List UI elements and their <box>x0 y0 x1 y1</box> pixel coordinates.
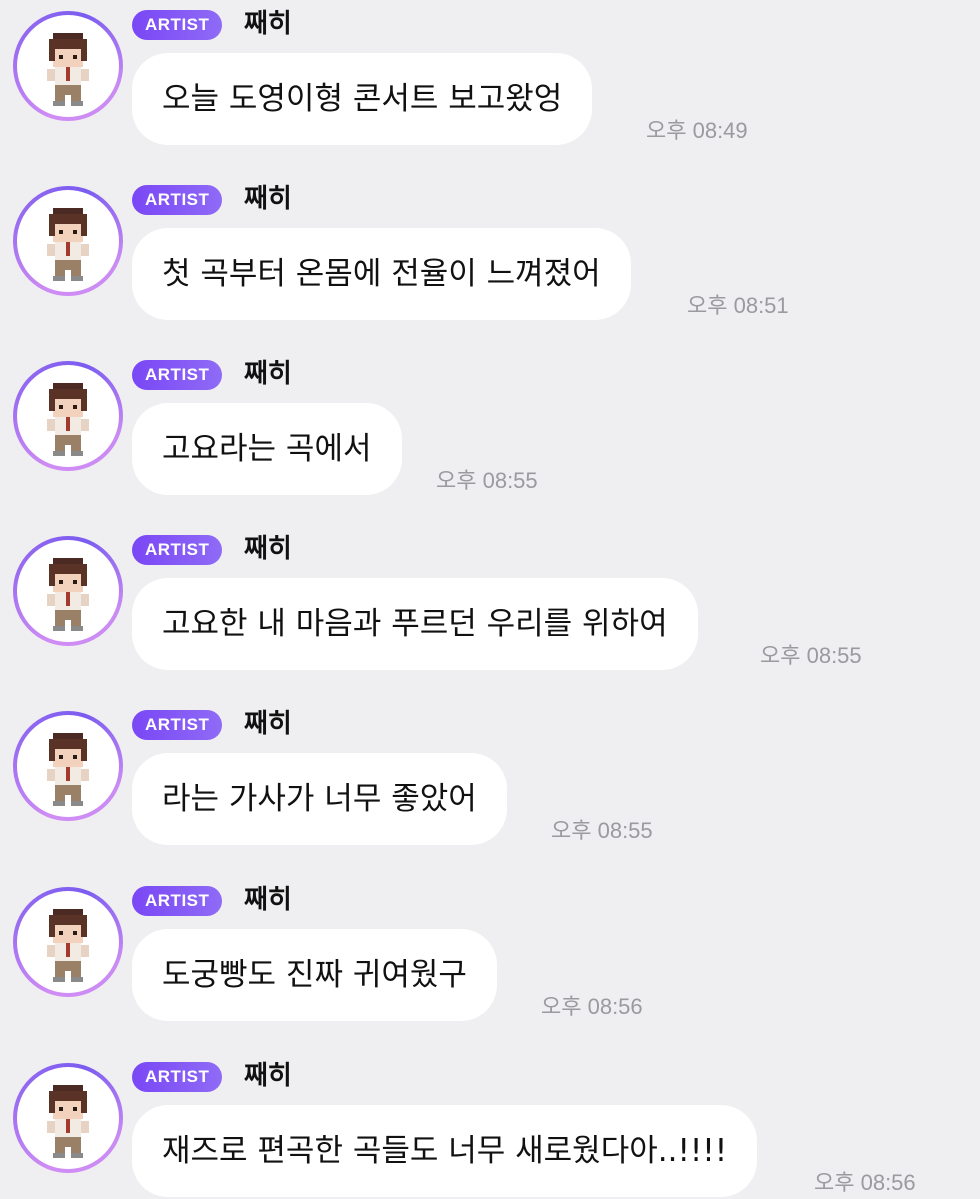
message-bubble[interactable]: 첫 곡부터 온몸에 전율이 느껴졌어 <box>132 228 631 320</box>
sender-name: 째히 <box>244 1061 292 1091</box>
sender-name: 째히 <box>244 184 292 214</box>
artist-badge: ARTIST <box>132 710 223 740</box>
avatar[interactable] <box>13 1063 123 1173</box>
message-bubble[interactable]: 고요라는 곡에서 <box>132 403 402 495</box>
avatar[interactable] <box>13 361 123 471</box>
pixel-character-icon <box>17 365 119 467</box>
message-timestamp: 오후 08:55 <box>551 818 653 843</box>
message-timestamp: 오후 08:56 <box>541 994 643 1019</box>
artist-badge: ARTIST <box>132 185 223 215</box>
message-bubble[interactable]: 라는 가사가 너무 좋았어 <box>132 753 507 845</box>
message-timestamp: 오후 08:56 <box>814 1170 916 1195</box>
message-item: ARTIST 째히 도궁빵도 진짜 귀여웠구 오후 08:56 <box>0 876 980 1051</box>
message-timestamp: 오후 08:49 <box>646 118 748 143</box>
pixel-character-icon <box>17 15 119 117</box>
message-item: ARTIST 째히 재즈로 편곡한 곡들도 너무 새로웠다아..!!!! 오후 … <box>0 1052 980 1199</box>
sender-name: 째히 <box>244 885 292 915</box>
message-item: ARTIST 째히 라는 가사가 너무 좋았어 오후 08:55 <box>0 700 980 875</box>
message-timestamp: 오후 08:51 <box>687 293 789 318</box>
artist-badge: ARTIST <box>132 886 223 916</box>
artist-badge: ARTIST <box>132 1062 223 1092</box>
message-bubble[interactable]: 도궁빵도 진짜 귀여웠구 <box>132 929 497 1021</box>
pixel-character-icon <box>17 891 119 993</box>
message-timestamp: 오후 08:55 <box>760 643 862 668</box>
avatar[interactable] <box>13 11 123 121</box>
pixel-character-icon <box>17 715 119 817</box>
message-item: ARTIST 째히 고요라는 곡에서 오후 08:55 <box>0 350 980 525</box>
message-bubble[interactable]: 재즈로 편곡한 곡들도 너무 새로웠다아..!!!! <box>132 1105 758 1197</box>
artist-badge: ARTIST <box>132 10 223 40</box>
message-bubble[interactable]: 고요한 내 마음과 푸르던 우리를 위하여 <box>132 578 698 670</box>
artist-badge: ARTIST <box>132 535 223 565</box>
message-timestamp: 오후 08:55 <box>436 468 538 493</box>
message-item: ARTIST 째히 오늘 도영이형 콘서트 보고왔엉 오후 08:49 <box>0 0 980 175</box>
pixel-character-icon <box>17 540 119 642</box>
avatar[interactable] <box>13 711 123 821</box>
sender-name: 째히 <box>244 709 292 739</box>
sender-name: 째히 <box>244 534 292 564</box>
avatar[interactable] <box>13 536 123 646</box>
avatar[interactable] <box>13 186 123 296</box>
artist-badge: ARTIST <box>132 360 223 390</box>
pixel-character-icon <box>17 1067 119 1169</box>
sender-name: 째히 <box>244 359 292 389</box>
message-bubble[interactable]: 오늘 도영이형 콘서트 보고왔엉 <box>132 53 593 145</box>
sender-name: 째히 <box>244 9 292 39</box>
avatar[interactable] <box>13 887 123 997</box>
pixel-character-icon <box>17 190 119 292</box>
message-item: ARTIST 째히 고요한 내 마음과 푸르던 우리를 위하여 오후 08:55 <box>0 525 980 700</box>
message-item: ARTIST 째히 첫 곡부터 온몸에 전율이 느껴졌어 오후 08:51 <box>0 175 980 350</box>
chat-thread: ARTIST 째히 오늘 도영이형 콘서트 보고왔엉 오후 08:49 ARTI… <box>0 0 980 1199</box>
